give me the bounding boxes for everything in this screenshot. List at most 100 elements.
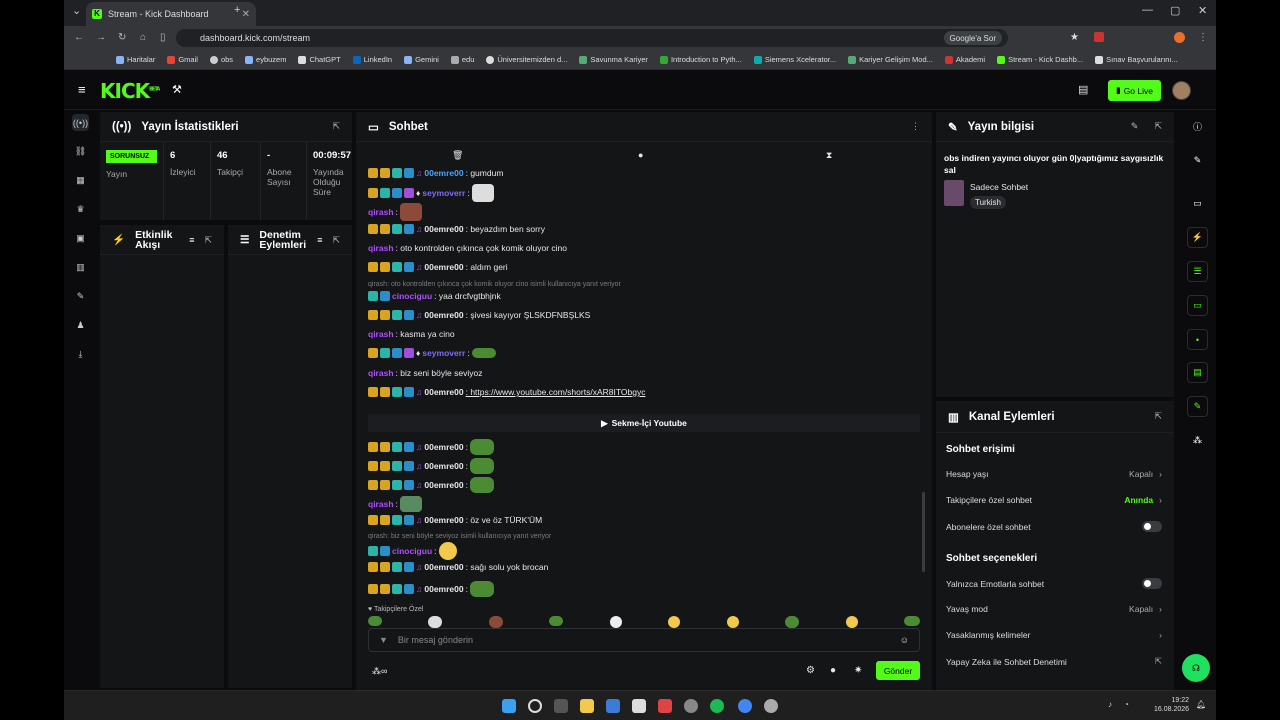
chart-icon[interactable]: ▥ (72, 259, 89, 276)
bookmark[interactable]: Üniversitemizden d... (486, 55, 567, 64)
emote[interactable] (609, 616, 622, 628)
wifi-icon[interactable]: ◔ (1124, 700, 1129, 709)
emote[interactable] (469, 458, 494, 474)
support-icon[interactable]: ☊ (1182, 654, 1210, 682)
close-tab-icon[interactable]: ✕ (242, 9, 250, 20)
notification-icon[interactable]: 🔔︎ (1196, 700, 1206, 709)
analytics-icon[interactable]: ▦ (72, 172, 89, 189)
banned-words-row[interactable]: Yasaklanmış kelimeler › (946, 630, 1162, 640)
info-icon[interactable]: ⓘ (1187, 116, 1208, 137)
github-icon[interactable] (764, 699, 778, 713)
emote[interactable] (438, 542, 457, 560)
hourglass-icon[interactable]: ⧗ (826, 150, 832, 161)
brave-icon[interactable] (658, 699, 672, 713)
maximize-icon[interactable]: ▢ (1170, 4, 1180, 17)
emote[interactable] (845, 616, 858, 628)
clock[interactable]: 19:22 16.08.2026 (1154, 696, 1189, 714)
account-age-row[interactable]: Hesap yaşı Kapalı › (946, 469, 1162, 479)
forward-icon[interactable]: → (96, 32, 106, 43)
popout-icon[interactable]: ⇱ (332, 121, 340, 132)
extension-icon[interactable] (1094, 32, 1104, 42)
bookmark[interactable]: Siemens Xcelerator... (753, 55, 836, 64)
infinity-icon[interactable]: ⁂∞ (372, 666, 387, 677)
bookmark[interactable]: LinkedIn (352, 55, 392, 64)
app-icon[interactable] (684, 699, 698, 713)
kick-logo[interactable]: KICKBETA (100, 79, 160, 103)
emote[interactable] (399, 496, 422, 512)
pinned-youtube-banner[interactable]: ▶ Sekme-İçi Youtube (368, 414, 920, 432)
emote[interactable] (488, 616, 503, 628)
emote[interactable] (726, 616, 739, 628)
bookmark[interactable]: Sınav Başvurularını... (1095, 55, 1178, 64)
go-live-button[interactable]: ▮ Go Live (1108, 80, 1161, 101)
ai-moderation-row[interactable]: Yapay Zeka ile Sohbet Denetimi ⇱ (946, 656, 1162, 667)
bookmark[interactable]: obs (209, 55, 233, 64)
bookmark[interactable]: Stream - Kick Dashb... (997, 55, 1083, 64)
trophy-icon[interactable]: ♛ (72, 201, 89, 218)
stream-icon[interactable]: ((•)) (72, 114, 89, 131)
home-icon[interactable]: ⌂ (140, 32, 146, 43)
chat-bubble-icon[interactable]: ● (638, 150, 643, 160)
subs-chat-toggle[interactable] (1142, 521, 1162, 532)
emote[interactable] (668, 616, 681, 628)
edit-icon[interactable]: ✎ (1187, 150, 1208, 171)
layout-icon[interactable]: ▭ (1187, 193, 1208, 214)
browser-menu-icon[interactable]: ⋮ (1198, 32, 1208, 43)
emote-only-toggle[interactable] (1142, 578, 1162, 589)
emote[interactable] (428, 616, 443, 628)
new-tab-icon[interactable]: + (234, 4, 240, 16)
emote[interactable] (785, 616, 800, 628)
emote[interactable] (368, 616, 382, 626)
spotify-icon[interactable] (710, 699, 724, 713)
filter-icon[interactable]: ≡ (189, 235, 194, 245)
reload-icon[interactable]: ↻ (118, 32, 126, 43)
bookmark[interactable]: eybuzem (245, 55, 286, 64)
trash-icon[interactable]: 🗑︎ (452, 150, 463, 161)
popout-icon[interactable]: ⇱ (1154, 121, 1162, 132)
video-icon[interactable]: ▣ (72, 230, 89, 247)
bookmark[interactable]: Akademi (944, 55, 985, 64)
chat-menu-icon[interactable]: ⋮ (911, 121, 920, 132)
edit-icon[interactable]: ✎ (1131, 121, 1139, 132)
google-ask-button[interactable]: Google'a Sor (943, 31, 1002, 45)
app-icon[interactable] (632, 699, 646, 713)
emote[interactable] (471, 348, 496, 358)
start-icon[interactable] (502, 699, 516, 713)
file-explorer-icon[interactable] (580, 699, 594, 713)
store-icon[interactable] (606, 699, 620, 713)
emote[interactable] (399, 203, 422, 221)
chat-bubble-icon[interactable]: ● (830, 665, 836, 676)
wrench-icon[interactable]: ✎ (1187, 396, 1208, 417)
followers-chat-row[interactable]: Takipçilere özel sohbet Anında › (946, 495, 1162, 505)
bookmark-star-icon[interactable]: ★ (1070, 32, 1079, 43)
link-icon[interactable]: ⛓ (72, 143, 89, 160)
bolt-icon[interactable]: ⚡ (1187, 227, 1208, 248)
youtube-link[interactable]: : https://www.youtube.com/shorts/xAR8ITO… (466, 387, 646, 397)
bookmark[interactable]: Gmail (167, 55, 198, 64)
bookmark[interactable]: Haritalar (116, 55, 155, 64)
layout-icon[interactable]: ▤ (1078, 83, 1088, 96)
apps-icon[interactable]: ⁂ (1187, 430, 1208, 451)
chat-scrollbar[interactable] (922, 492, 925, 572)
back-icon[interactable]: ← (74, 32, 84, 43)
browser-tab[interactable]: K Stream - Kick Dashboard ✕ (86, 2, 256, 26)
bookmark[interactable]: Introduction to Pyth... (659, 55, 742, 64)
slow-mode-row[interactable]: Yavaş mod Kapalı › (946, 604, 1162, 614)
menu-icon[interactable]: ≡ (78, 82, 86, 97)
minimize-icon[interactable]: — (1142, 4, 1153, 16)
avatar[interactable] (1172, 81, 1191, 100)
bookmark[interactable]: Gemini (404, 55, 439, 64)
emote[interactable] (469, 477, 494, 493)
bookmark[interactable]: ChatGPT (298, 55, 341, 64)
bookmark[interactable]: Savunma Kariyer (579, 55, 648, 64)
emote[interactable] (469, 581, 494, 597)
badge-icon[interactable]: ✷ (854, 665, 862, 676)
emote[interactable] (469, 439, 494, 455)
stream-icon[interactable]: • (1187, 329, 1208, 350)
volume-icon[interactable]: ♪ (1108, 700, 1112, 709)
settings-icon[interactable]: ⚙ (806, 665, 815, 676)
bookmark[interactable]: Kariyer Gelişim Mod... (848, 55, 933, 64)
community-icon[interactable]: ♟ (72, 317, 89, 334)
chrome-icon[interactable] (738, 699, 752, 713)
chat-icon[interactable]: ▭ (1187, 295, 1208, 316)
